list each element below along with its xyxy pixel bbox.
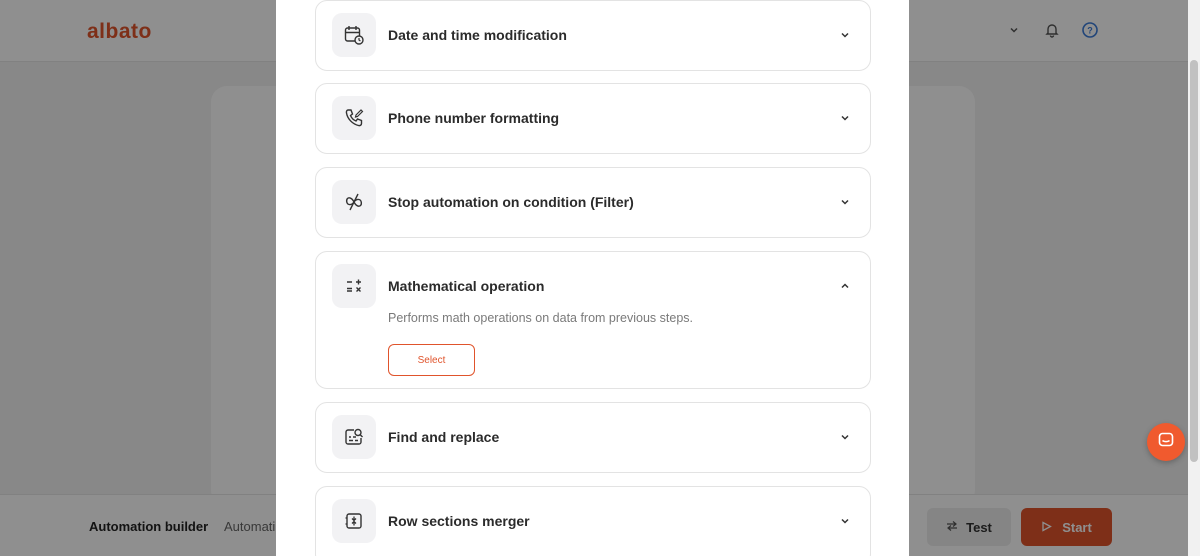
page-scrollbar[interactable]: [1188, 0, 1200, 556]
tools-modal: Date and time modification Phone number …: [276, 0, 909, 556]
tool-item-row-merger[interactable]: Row sections merger: [315, 486, 871, 556]
chevron-down-icon[interactable]: [838, 195, 852, 209]
chevron-down-icon[interactable]: [838, 430, 852, 444]
tool-title: Find and replace: [388, 429, 500, 445]
tool-title: Mathematical operation: [388, 278, 545, 294]
merge-rows-icon: [332, 499, 376, 543]
tool-title: Date and time modification: [388, 27, 567, 43]
find-replace-icon: [332, 415, 376, 459]
chevron-down-icon[interactable]: [838, 514, 852, 528]
calendar-clock-icon: [332, 13, 376, 57]
filter-stop-icon: [332, 180, 376, 224]
math-operations-icon: [332, 264, 376, 308]
select-button[interactable]: Select: [388, 344, 475, 376]
tool-item-math-operation[interactable]: Mathematical operation Performs math ope…: [315, 251, 871, 389]
scrollbar-thumb[interactable]: [1190, 60, 1198, 462]
tool-item-date-time[interactable]: Date and time modification: [315, 0, 871, 71]
chevron-up-icon[interactable]: [838, 279, 852, 293]
tool-item-filter[interactable]: Stop automation on condition (Filter): [315, 167, 871, 238]
tool-title: Stop automation on condition (Filter): [388, 194, 634, 210]
tool-title: Row sections merger: [388, 513, 530, 529]
chevron-down-icon[interactable]: [838, 28, 852, 42]
chat-support-button[interactable]: [1147, 423, 1185, 461]
chevron-down-icon[interactable]: [838, 111, 852, 125]
chat-icon: [1157, 431, 1175, 454]
tool-title: Phone number formatting: [388, 110, 560, 126]
tool-item-phone-formatting[interactable]: Phone number formatting: [315, 83, 871, 154]
tool-description: Performs math operations on data from pr…: [388, 311, 694, 325]
phone-edit-icon: [332, 96, 376, 140]
tool-item-find-replace[interactable]: Find and replace: [315, 402, 871, 473]
